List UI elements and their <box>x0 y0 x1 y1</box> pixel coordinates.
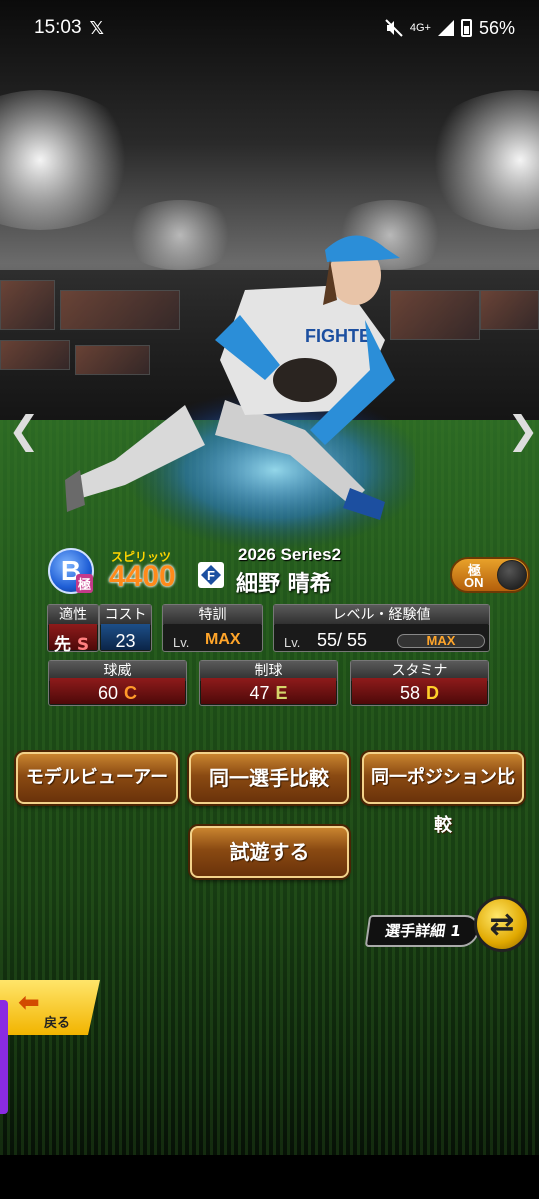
ability-number: 47 <box>249 683 270 703</box>
aptitude-position: 先 <box>54 635 71 655</box>
battery-percent: 56% <box>478 17 515 38</box>
spirit-value: 4400 <box>109 560 176 593</box>
training-header: 特訓 <box>163 605 262 625</box>
level-box: レベル・経験値 Lv. 55/ 55 MAX <box>273 604 490 652</box>
svg-text:FIGHTE: FIGHTE <box>305 326 371 346</box>
stadium-light-right <box>420 90 539 230</box>
ability-velocity-box: 球威 60 C <box>48 660 187 706</box>
aptitude-value: 先 S <box>54 630 89 655</box>
stadium-light-left <box>0 90 140 230</box>
toggle-state: ON <box>464 575 484 590</box>
swap-icon[interactable]: ⇄ <box>474 896 530 952</box>
ability-value: 47 E <box>200 683 337 704</box>
next-arrow-icon[interactable]: ❯ <box>507 408 539 452</box>
status-indicators: 4G+ 56% <box>385 18 515 39</box>
back-arrow-icon: ⬅ <box>18 988 40 1018</box>
bottom-black-bar <box>0 1155 539 1199</box>
training-value: MAX <box>205 631 241 648</box>
rank-kiwame-mark: 極 <box>76 574 94 593</box>
aptitude-box: 適性 先 S <box>47 604 99 655</box>
aptitude-header: 適性 <box>48 605 98 625</box>
cost-header: コスト <box>100 605 151 625</box>
side-indicator-bar <box>0 1000 8 1114</box>
ability-value: 58 D <box>351 683 488 704</box>
same-position-compare-button[interactable]: 同一ポジション比較 <box>362 752 524 836</box>
previous-arrow-icon[interactable]: ❮ <box>8 408 40 452</box>
level-value: 55/ 55 <box>317 630 368 650</box>
status-time: 15:03 <box>34 17 82 38</box>
series-label: 2026 Series2 <box>238 545 342 564</box>
model-viewer-button[interactable]: モデルビューアー <box>16 752 178 804</box>
team-logo-icon: F <box>198 562 224 588</box>
back-button[interactable]: ⬅ 戻る <box>0 980 100 1035</box>
back-label: 戻る <box>44 1016 71 1031</box>
exp-bar: MAX <box>397 634 485 648</box>
aptitude-grade: S <box>76 635 90 655</box>
ability-value: 60 C <box>49 683 186 704</box>
ability-stamina-box: スタミナ 58 D <box>350 660 489 706</box>
signal-icon <box>437 20 454 36</box>
trial-play-button[interactable]: 試遊する <box>190 826 349 878</box>
x-app-icon: 𝕏 <box>89 17 105 39</box>
player-name: 細野 晴希 <box>236 572 332 597</box>
training-lv-prefix: Lv. <box>173 635 190 650</box>
battery-icon <box>460 19 472 37</box>
network-type: 4G+ <box>409 21 431 34</box>
cost-value: 23 <box>115 631 136 651</box>
stadium-screen <box>0 280 55 330</box>
mute-icon <box>385 19 403 37</box>
ability-control-box: 制球 47 E <box>199 660 338 706</box>
stadium-screen <box>480 290 539 330</box>
status-bar: 15:03 𝕏 4G+ 56% <box>0 0 539 56</box>
team-logo-letter: F <box>201 565 221 585</box>
level-header: レベル・経験値 <box>274 605 489 625</box>
ability-number: 60 <box>97 683 119 703</box>
player-image: FIGHTE <box>65 235 415 550</box>
training-box: 特訓 Lv. MAX <box>162 604 263 652</box>
ability-grade: E <box>275 683 288 703</box>
kiwame-toggle[interactable]: 極 ON <box>450 557 530 593</box>
level-lv-prefix: Lv. <box>284 635 301 650</box>
same-player-compare-button[interactable]: 同一選手比較 <box>189 752 349 804</box>
toggle-knob <box>497 560 527 590</box>
cost-box: コスト 23 <box>99 604 152 652</box>
ability-grade: D <box>426 683 440 703</box>
ability-number: 58 <box>399 683 421 703</box>
ability-grade: C <box>124 683 138 703</box>
player-detail-button[interactable]: 選手詳細 1 <box>364 915 482 947</box>
